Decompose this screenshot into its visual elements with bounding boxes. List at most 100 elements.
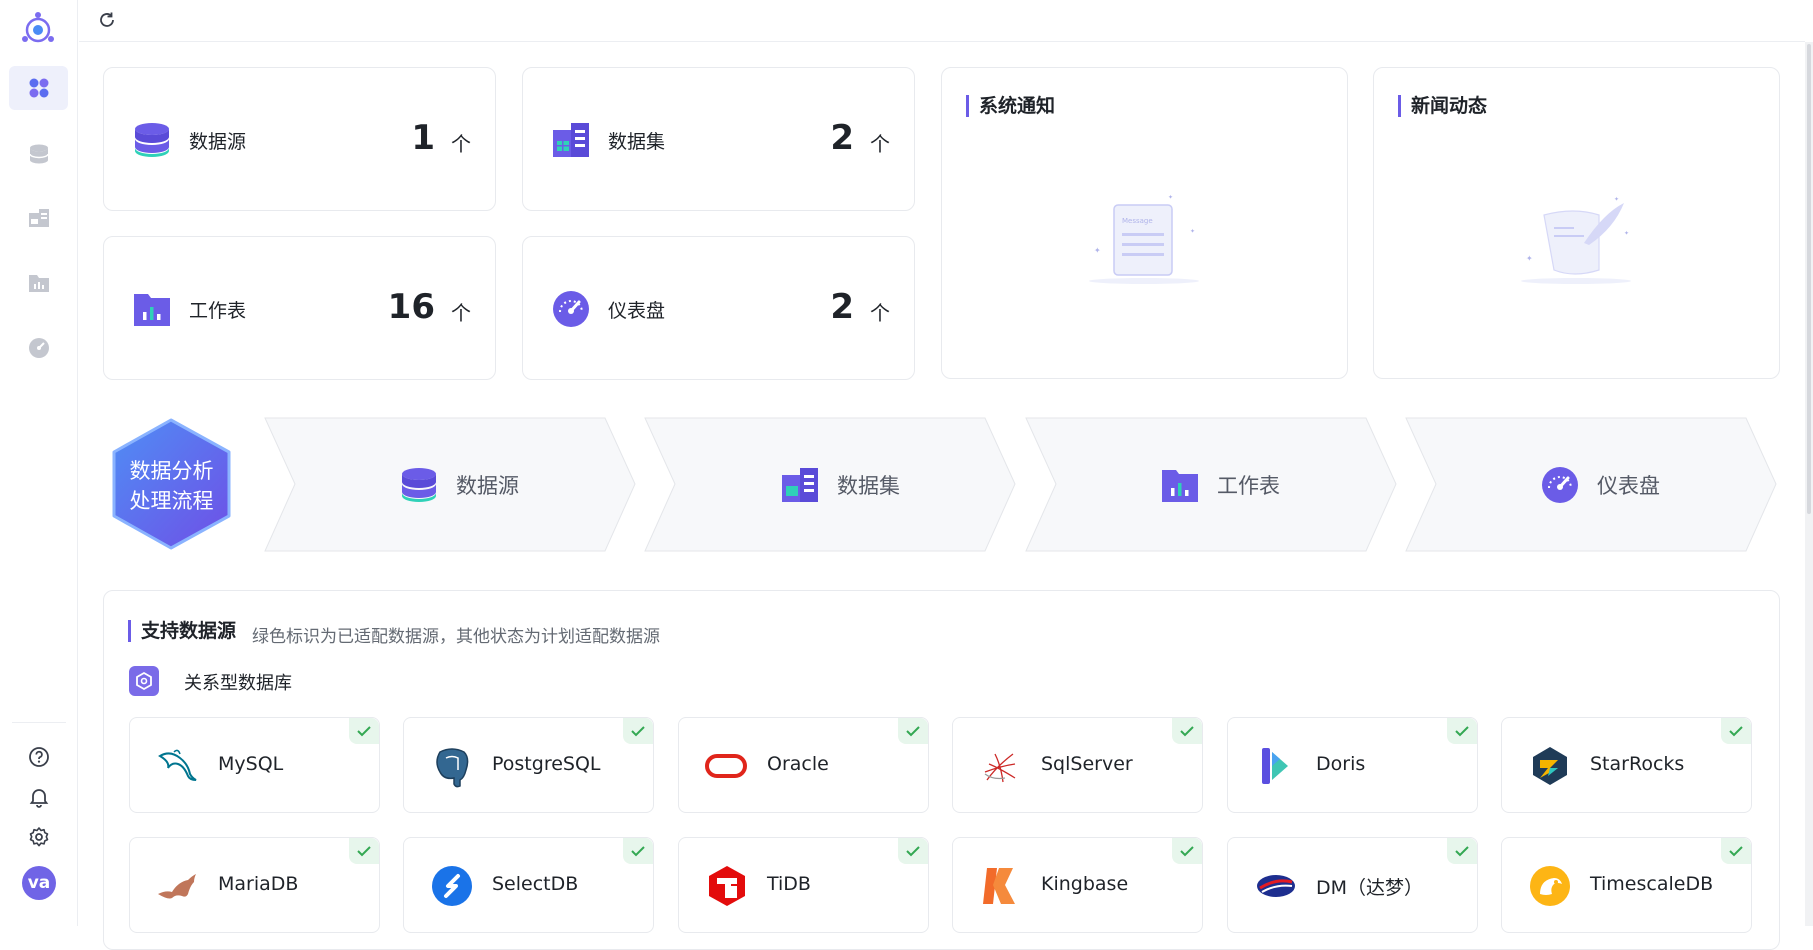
datasource-card-selectdb[interactable]: SelectDB [403, 837, 654, 933]
dashboard-icon [28, 338, 49, 358]
adapted-check-badge [1447, 838, 1477, 864]
check-icon [631, 726, 645, 737]
illustration-text: Message [1122, 217, 1153, 225]
stat-count: 1 [411, 118, 435, 158]
stat-card-worksheet[interactable]: 工作表 16 个 [103, 236, 496, 380]
svg-text:✦: ✦ [1614, 196, 1619, 203]
datasource-card-postgresql[interactable]: PostgreSQL [403, 717, 654, 813]
flow-step-label: 数据源 [456, 473, 519, 498]
adapted-check-badge [1172, 718, 1202, 744]
scrollbar-thumb[interactable] [1807, 44, 1811, 514]
nav-datasource[interactable] [9, 132, 68, 176]
stat-unit: 个 [451, 301, 471, 325]
svg-text:✦: ✦ [1094, 246, 1101, 255]
flow-step-dataset[interactable]: 数据集 [781, 417, 900, 552]
datasource-card-sqlserver[interactable]: SqlServer [952, 717, 1203, 813]
refresh-icon[interactable] [97, 10, 117, 30]
adapted-check-badge [898, 838, 928, 864]
section-subtitle: 绿色标识为已适配数据源，其他状态为计划适配数据源 [252, 627, 660, 647]
sidebar: va [0, 0, 78, 926]
flow-step-dashboard[interactable]: 仪表盘 [1541, 417, 1660, 552]
flow-step-label: 仪表盘 [1597, 473, 1660, 498]
worksheet-icon [1162, 469, 1198, 502]
app-logo[interactable] [18, 10, 58, 50]
datasource-card-starrocks[interactable]: StarRocks [1501, 717, 1752, 813]
dataset-icon [28, 209, 49, 227]
datasource-card-timescaledb[interactable]: TimescaleDB [1501, 837, 1752, 933]
news-panel: 新闻动态 ✦ ✦ ✦ [1373, 67, 1780, 379]
adapted-check-badge [1721, 838, 1751, 864]
help-button[interactable] [0, 746, 78, 768]
adapted-check-badge [1172, 838, 1202, 864]
datasource-card-dm[interactable]: DM（达梦） [1227, 837, 1478, 933]
timescaledb-icon [1530, 866, 1570, 906]
datasource-card-mariadb[interactable]: MariaDB [129, 837, 380, 933]
stat-unit: 个 [451, 132, 471, 156]
settings-button[interactable] [0, 826, 78, 848]
notification-button[interactable] [0, 786, 78, 808]
nav-worksheet[interactable] [9, 261, 68, 305]
topbar [79, 0, 1805, 42]
nav-dataset[interactable] [9, 196, 68, 240]
check-icon [357, 726, 371, 737]
datasource-name: Kingbase [1041, 873, 1129, 895]
flow-step-label: 数据集 [837, 473, 900, 498]
datasource-card-kingbase[interactable]: Kingbase [952, 837, 1203, 933]
sidebar-divider [12, 722, 66, 723]
flow-step-worksheet[interactable]: 工作表 [1161, 417, 1280, 552]
datasource-card-mysql[interactable]: MySQL [129, 717, 380, 813]
database-icon [135, 123, 169, 157]
stat-label: 仪表盘 [608, 300, 666, 322]
check-icon [1455, 846, 1469, 857]
stat-unit: 个 [870, 132, 890, 156]
category-label: 关系型数据库 [184, 673, 292, 694]
svg-text:✦: ✦ [1168, 194, 1173, 201]
tidb-icon [709, 866, 745, 906]
empty-message-illustration: Message ✦ ✦ ✦ [1089, 194, 1199, 284]
datasource-card-tidb[interactable]: TiDB [678, 837, 929, 933]
nav-workbench[interactable] [9, 66, 68, 110]
datasource-name: DM（达梦） [1316, 877, 1424, 899]
user-avatar-button[interactable]: va [0, 866, 78, 900]
stat-card-dashboard[interactable]: 仪表盘 2 个 [522, 236, 915, 380]
nav-dashboard[interactable] [9, 326, 68, 370]
bell-icon [29, 789, 49, 808]
adapted-check-badge [898, 718, 928, 744]
stat-card-dataset[interactable]: 数据集 2 个 [522, 67, 915, 211]
gear-icon [29, 827, 49, 847]
check-icon [631, 846, 645, 857]
adapted-check-badge [623, 838, 653, 864]
panel-title: 系统通知 [966, 95, 1055, 117]
mariadb-icon [158, 874, 196, 899]
datasource-card-doris[interactable]: Doris [1227, 717, 1478, 813]
check-icon [906, 726, 920, 737]
dashboard-icon [1542, 466, 1578, 503]
empty-news-illustration: ✦ ✦ ✦ [1521, 196, 1631, 284]
datasource-name: SqlServer [1041, 753, 1133, 775]
datasource-name: MySQL [218, 753, 284, 775]
stat-card-datasource[interactable]: 数据源 1 个 [103, 67, 496, 211]
system-notice-panel: 系统通知 Message ✦ ✦ ✦ [941, 67, 1348, 379]
datasource-name: TimescaleDB [1590, 873, 1714, 895]
worksheet-icon [28, 275, 49, 292]
worksheet-icon [134, 294, 170, 326]
flow-step-datasource[interactable]: 数据源 [400, 417, 519, 552]
kingbase-icon [983, 868, 1015, 904]
database-icon [28, 144, 49, 164]
stat-count: 16 [387, 287, 435, 327]
dm-icon [1257, 875, 1295, 897]
svg-text:✦: ✦ [1526, 254, 1533, 263]
stat-label: 工作表 [189, 300, 247, 322]
stat-label: 数据集 [608, 131, 666, 153]
datasource-card-oracle[interactable]: Oracle [678, 717, 929, 813]
datasource-name: Doris [1316, 753, 1366, 775]
flow-title-line2: 处理流程 [129, 489, 214, 513]
mysql-icon [158, 749, 197, 781]
adapted-check-badge [349, 718, 379, 744]
selectdb-icon [432, 866, 472, 906]
workbench-icon [29, 78, 48, 98]
check-icon [1180, 846, 1194, 857]
adapted-check-badge [1447, 718, 1477, 744]
datasource-name: PostgreSQL [492, 753, 601, 775]
help-icon [29, 747, 49, 767]
